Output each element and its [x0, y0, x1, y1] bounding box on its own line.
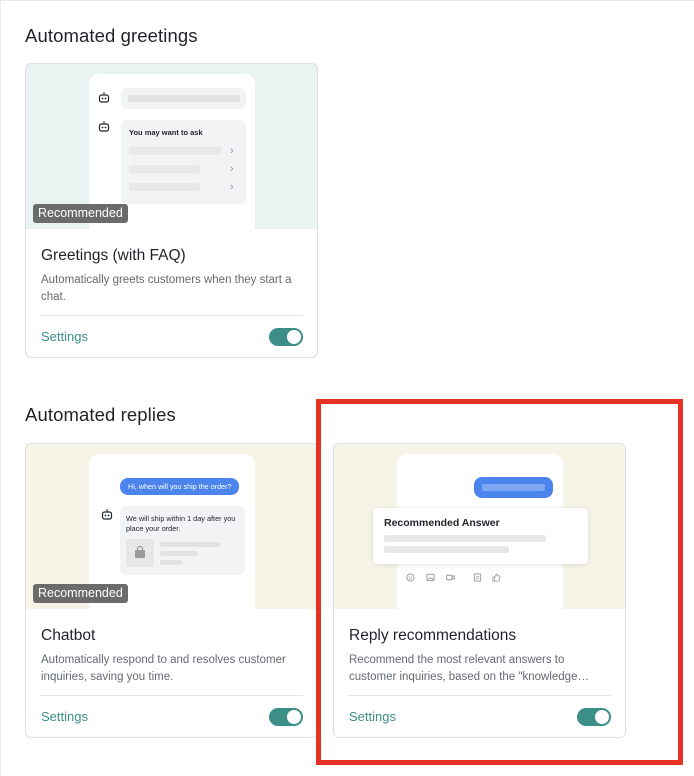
highlight-box [316, 399, 683, 765]
card-description: Automatically respond to and resolves cu… [41, 654, 286, 683]
placeholder-line [128, 95, 240, 102]
recommended-badge: Recommended [33, 584, 128, 603]
faq-item [129, 183, 200, 191]
chevron-right-icon: › [230, 163, 234, 175]
frame-border-left [0, 0, 1, 776]
shopping-bag-icon [135, 546, 145, 558]
bot-answer-text: We will ship within 1 day after you plac… [126, 514, 236, 533]
faq-bubble: You may want to ask › › › [121, 120, 246, 204]
product-line [160, 542, 220, 547]
card-divider [40, 695, 303, 696]
greetings-faq-card: You may want to ask › › › Recommended Gr… [25, 63, 318, 358]
card-title: Chatbot [41, 627, 96, 644]
bot-answer-bubble: We will ship within 1 day after you plac… [120, 506, 245, 575]
settings-link[interactable]: Settings [41, 709, 88, 724]
card-title: Greetings (with FAQ) [41, 247, 186, 264]
greeting-bubble [121, 88, 246, 109]
bot-icon [98, 121, 110, 132]
faq-heading: You may want to ask [129, 128, 203, 137]
section-title-greetings: Automated greetings [25, 25, 198, 46]
product-line [160, 560, 182, 565]
chatbot-card: Hi, when will you ship the order? We wil… [25, 443, 318, 738]
chevron-right-icon: › [230, 181, 234, 193]
card-divider [40, 315, 303, 316]
product-line [160, 551, 198, 556]
chevron-right-icon: › [230, 145, 234, 157]
faq-item [129, 165, 200, 173]
section-title-replies: Automated replies [25, 404, 176, 425]
enable-toggle[interactable] [269, 328, 303, 346]
frame-border-top [0, 0, 694, 1]
card-preview: Hi, when will you ship the order? We wil… [26, 444, 317, 614]
bot-icon [98, 92, 110, 103]
recommended-badge: Recommended [33, 204, 128, 223]
card-description: Automatically greets customers when they… [41, 274, 292, 303]
customer-question-bubble: Hi, when will you ship the order? [120, 478, 240, 495]
toggle-knob [287, 330, 301, 344]
toggle-knob [287, 710, 301, 724]
enable-toggle[interactable] [269, 708, 303, 726]
bot-icon [101, 509, 113, 520]
product-thumbnail [126, 539, 154, 567]
faq-item [129, 147, 221, 155]
card-preview: You may want to ask › › › Recommended [26, 64, 317, 234]
settings-link[interactable]: Settings [41, 329, 88, 344]
